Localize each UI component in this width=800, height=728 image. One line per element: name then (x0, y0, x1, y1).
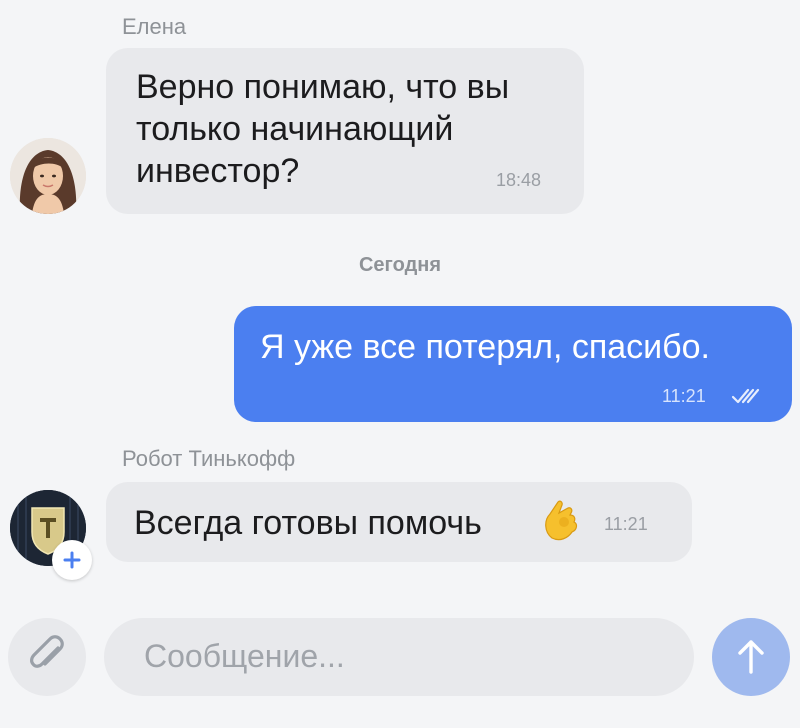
elena-avatar[interactable] (10, 138, 86, 214)
sender-name-bot: Робот Тинькофф (122, 446, 296, 471)
date-separator: Сегодня (358, 254, 442, 276)
message-bubble-bot[interactable]: Всегда готовы помочь 11:21 (106, 482, 692, 562)
arrow-up-icon (738, 640, 764, 674)
sender-name-elena: Елена (122, 14, 187, 39)
attach-button[interactable] (8, 618, 86, 696)
message-text-bot: Всегда готовы помочь (134, 504, 482, 542)
paperclip-icon (30, 635, 64, 668)
add-bot-button[interactable] (52, 540, 92, 580)
double-check-icon (731, 388, 760, 404)
message-bubble-elena[interactable]: Верно понимаю, что вы только начинающий … (106, 48, 584, 214)
message-time-elena: 18:48 (496, 170, 542, 190)
elena-avatar-portrait (10, 138, 86, 214)
send-button[interactable] (712, 618, 790, 696)
message-input[interactable]: Сообщение... (104, 618, 694, 696)
plus-icon (63, 551, 81, 569)
chat-screen: Елена Верно понимаю, что вы только начин… (0, 0, 800, 728)
message-time-outgoing: 11:21 (662, 386, 706, 406)
message-text-outgoing: Я уже все потерял, спасибо. (260, 328, 711, 366)
ok-hand-emoji (545, 500, 578, 541)
message-time-bot: 11:21 (604, 514, 648, 534)
message-bubble-outgoing[interactable]: Я уже все потерял, спасибо. 11:21 (234, 306, 792, 422)
message-text-elena: Верно понимаю, что вы только начинающий … (136, 68, 510, 190)
message-input-placeholder: Сообщение... (144, 638, 345, 674)
